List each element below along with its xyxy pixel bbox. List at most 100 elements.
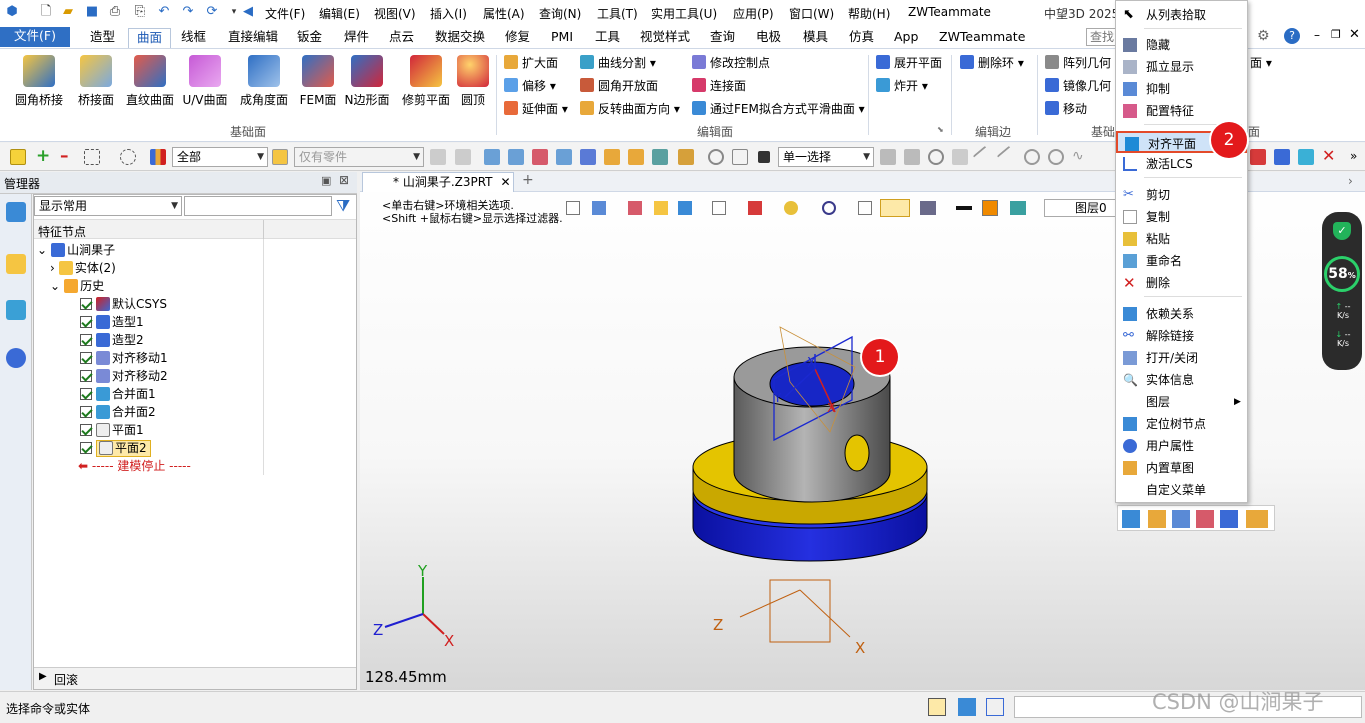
tree-row-merge-face1[interactable]: 合并面1 <box>34 385 264 403</box>
connect-face-button[interactable]: 连接面 <box>692 76 746 96</box>
feature-checkbox[interactable] <box>80 352 92 364</box>
restore-icon[interactable]: ❐ <box>1331 28 1341 41</box>
regen-icon[interactable]: ⟳ <box>204 4 220 20</box>
menu-delete[interactable]: ✕ 删除 <box>1116 272 1247 294</box>
menu-utilities[interactable]: 实用工具(U) <box>651 5 717 22</box>
display-filter-select[interactable]: 显示常用 ▼ <box>34 196 182 216</box>
help-icon[interactable]: ? <box>1284 28 1300 44</box>
menu-cut[interactable]: ✂ 剪切 <box>1116 184 1247 206</box>
menu-zwteammate[interactable]: ZWTeammate <box>908 5 991 19</box>
feature-checkbox[interactable] <box>80 316 92 328</box>
menu-entity-info[interactable]: 🔍 实体信息 <box>1116 369 1247 391</box>
menu-rename[interactable]: 重命名 <box>1116 250 1247 272</box>
menu-apps[interactable]: 应用(P) <box>733 5 774 22</box>
lasso-select-icon[interactable] <box>120 149 136 165</box>
snap-option-icon[interactable] <box>972 145 996 169</box>
tree-row-extrude1[interactable]: 造型1 <box>34 313 264 331</box>
mini-tool-icon[interactable] <box>1220 510 1238 528</box>
toolbar-right-icon[interactable] <box>1274 149 1290 165</box>
tab-weldment[interactable]: 焊件 <box>336 28 377 48</box>
toolbar-tool-icon[interactable] <box>708 149 724 165</box>
mini-tool-icon[interactable] <box>1196 510 1214 528</box>
tree-row-plane2[interactable]: 平面2 <box>34 439 264 457</box>
feature-checkbox[interactable] <box>80 370 92 382</box>
parts-only-select[interactable]: 仅有零件 ▼ <box>294 147 424 167</box>
filter-all-select[interactable]: 全部 ▼ <box>172 147 268 167</box>
unfold-plane-button[interactable]: 展开平面 <box>876 53 942 73</box>
menu-tools[interactable]: 工具(T) <box>597 5 638 22</box>
angled-face-button[interactable]: 成角度面 <box>235 53 293 123</box>
tab-mold[interactable]: 模具 <box>795 28 836 48</box>
collapse-arrow-icon[interactable]: ⌄ <box>50 279 60 293</box>
minimize-icon[interactable]: – <box>1314 28 1320 42</box>
tab-tools[interactable]: 工具 <box>587 28 628 48</box>
tab-app[interactable]: App <box>886 28 926 48</box>
tab-pointcloud[interactable]: 点云 <box>381 28 422 48</box>
view-icon[interactable] <box>6 300 26 320</box>
part-icon[interactable] <box>6 254 26 274</box>
menu-insert[interactable]: 插入(I) <box>430 5 467 22</box>
toolbar-tool-icon[interactable] <box>532 149 548 165</box>
tab-file[interactable]: 文件(F) <box>0 27 70 47</box>
tree-root-row[interactable]: ⌄ 山涧果子 <box>34 241 264 259</box>
toolbar-tool-icon[interactable] <box>732 149 748 165</box>
toolbar-right-icon[interactable] <box>1298 149 1314 165</box>
smart-filter-icon[interactable] <box>272 149 288 165</box>
mini-tool-icon[interactable] <box>1148 510 1166 528</box>
status-tool-icon[interactable] <box>986 698 1004 716</box>
feature-checkbox[interactable] <box>80 334 92 346</box>
toolbar-tool-icon[interactable] <box>484 149 500 165</box>
tab-zwteammate[interactable]: ZWTeammate <box>931 28 1033 48</box>
uv-surface-button[interactable]: U/V曲面 <box>177 53 233 123</box>
menu-attribute[interactable]: 属性(A) <box>483 5 525 22</box>
close-x-icon[interactable]: ✕ <box>1322 148 1338 165</box>
toolbar-tool-icon[interactable] <box>678 149 694 165</box>
tab-wireframe[interactable]: 线框 <box>173 28 214 48</box>
tree-row-merge-face2[interactable]: 合并面2 <box>34 403 264 421</box>
tab-electrode[interactable]: 电极 <box>748 28 789 48</box>
menu-hide[interactable]: 隐藏 <box>1116 34 1247 56</box>
move-button[interactable]: 移动 <box>1045 99 1087 119</box>
tree-row-stop[interactable]: ⬅ ----- 建模停止 ----- <box>34 457 264 475</box>
toolbar-right-icon[interactable] <box>1250 149 1266 165</box>
tree-row-plane1[interactable]: 平面1 <box>34 421 264 439</box>
tab-modeling[interactable]: 造型 <box>82 28 123 48</box>
snap-option-icon[interactable]: ∿ <box>1072 149 1088 165</box>
feature-checkbox[interactable] <box>80 298 92 310</box>
feature-checkbox[interactable] <box>80 424 92 436</box>
menu-view[interactable]: 视图(V) <box>374 5 416 22</box>
filter-option-icon[interactable] <box>455 149 471 165</box>
ribbon-tail-button[interactable]: 面 ▾ <box>1250 53 1272 73</box>
menu-open-close[interactable]: 打开/关闭 <box>1116 347 1247 369</box>
filter-bars-icon[interactable] <box>150 149 166 165</box>
toolbar-more-icon[interactable]: » <box>1350 149 1365 165</box>
performance-widget[interactable]: ✓ 58% ↑ -- K/s ↓ -- K/s <box>1322 212 1362 370</box>
toolbar-tool-icon[interactable] <box>652 149 668 165</box>
tab-data-exchange[interactable]: 数据交换 <box>427 28 493 48</box>
snap-option-icon[interactable] <box>928 149 944 165</box>
tree-row-align-move2[interactable]: 对齐移动2 <box>34 367 264 385</box>
extend-face-button[interactable]: 扩大面 <box>504 53 558 73</box>
tree-row-solids[interactable]: › 实体(2) <box>34 259 264 277</box>
menu-suppress[interactable]: 抑制 <box>1116 78 1247 100</box>
tab-visual-style[interactable]: 视觉样式 <box>632 28 698 48</box>
menu-configure-feature[interactable]: 配置特征 <box>1116 100 1247 122</box>
curve-split-button[interactable]: 曲线分割 ▾ <box>580 53 656 73</box>
tree-view-icon[interactable] <box>6 202 26 222</box>
stop-icon[interactable] <box>758 151 770 163</box>
menu-isolate[interactable]: 孤立显示 <box>1116 56 1247 78</box>
new-file-icon[interactable]: 🗋 <box>38 4 54 20</box>
pattern-geometry-button[interactable]: 阵列几何 <box>1045 53 1111 73</box>
select-pointer-icon[interactable] <box>10 149 26 165</box>
collapse-arrow-icon[interactable]: ⌄ <box>37 243 47 257</box>
toolbar-tool-icon[interactable] <box>556 149 572 165</box>
status-tool-icon[interactable] <box>928 698 946 716</box>
toolbar-tool-icon[interactable] <box>580 149 596 165</box>
settings-gear-icon[interactable]: ⚙ <box>1257 28 1270 44</box>
mini-tool-icon[interactable] <box>1122 510 1140 528</box>
box-select-icon[interactable] <box>84 149 100 165</box>
tab-sheetmetal[interactable]: 钣金 <box>289 28 330 48</box>
snap-option-icon[interactable] <box>1048 149 1064 165</box>
tree-row-extrude2[interactable]: 造型2 <box>34 331 264 349</box>
feature-checkbox[interactable] <box>80 388 92 400</box>
